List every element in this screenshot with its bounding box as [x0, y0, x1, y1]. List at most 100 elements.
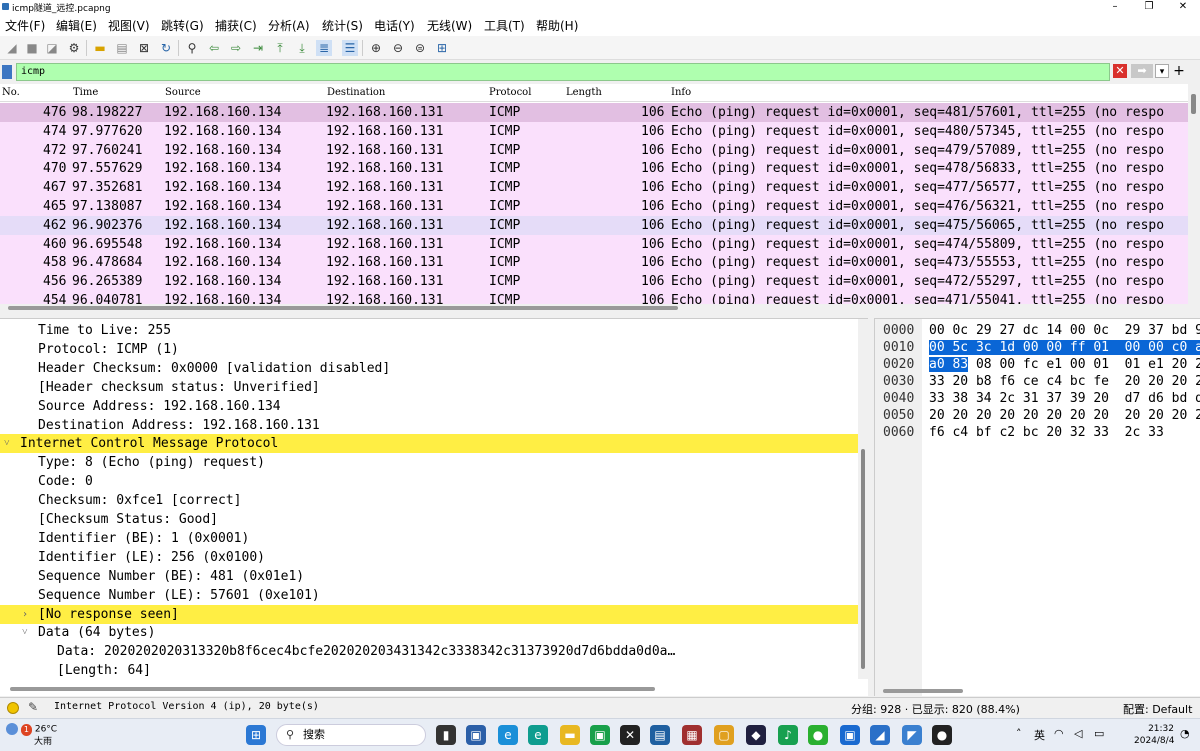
store-icon[interactable]: ▣ [466, 725, 486, 745]
column-header-source[interactable]: Source [165, 87, 201, 98]
menu-help[interactable]: 帮助(H) [536, 17, 578, 34]
go-forward-icon[interactable]: ⇨ [228, 40, 244, 56]
menu-analyze[interactable]: 分析(A) [268, 17, 310, 34]
menu-view[interactable]: 视图(V) [108, 17, 150, 34]
details-tree-item[interactable]: Type: 8 (Echo (ping) request) [0, 453, 858, 472]
column-header-destination[interactable]: Destination [327, 87, 385, 98]
menu-telephony[interactable]: 电话(Y) [374, 17, 415, 34]
chevron-down-icon[interactable]: ˅ [22, 623, 28, 642]
packet-row[interactable]: 474 97.977620 192.168.160.134 192.168.160.1… [0, 121, 1188, 141]
zoom-reset-icon[interactable]: ⊜ [412, 40, 428, 56]
qq-icon[interactable]: ● [932, 725, 952, 745]
details-tree-item[interactable]: Identifier (BE): 1 (0x0001) [0, 529, 858, 548]
battery-icon[interactable]: ▭ [1094, 727, 1104, 740]
app-icon[interactable]: ✕ [620, 725, 640, 745]
column-header-time[interactable]: Time [73, 87, 98, 98]
edge-dev-icon[interactable]: e [528, 725, 548, 745]
packet-row[interactable]: 465 97.138087 192.168.160.134 192.168.160.1… [0, 197, 1188, 216]
details-tree-item[interactable]: Sequence Number (LE): 57601 (0xe101) [0, 586, 858, 605]
go-back-icon[interactable]: ⇦ [206, 40, 222, 56]
add-filter-icon[interactable]: + [1172, 63, 1186, 79]
column-header-protocol[interactable]: Protocol [489, 87, 531, 98]
app-icon[interactable]: ◆ [746, 725, 766, 745]
maximize-button[interactable]: ❐ [1132, 0, 1166, 14]
reload-file-icon[interactable]: ↻ [158, 40, 174, 56]
zoom-out-icon[interactable]: ⊖ [390, 40, 406, 56]
packet-row[interactable]: 460 96.695548 192.168.160.134 192.168.160.1… [0, 234, 1188, 254]
save-file-icon[interactable]: ▤ [114, 40, 130, 56]
menu-go[interactable]: 跳转(G) [161, 17, 204, 34]
details-scrollbar[interactable] [858, 319, 868, 679]
expert-info-indicator[interactable] [7, 702, 19, 714]
open-file-icon[interactable]: ▬ [92, 40, 108, 56]
close-file-icon[interactable]: ⊠ [136, 40, 152, 56]
file-explorer-icon[interactable]: ▬ [560, 725, 580, 745]
details-tree-item[interactable]: Protocol: ICMP (1) [0, 340, 858, 359]
details-tree-item[interactable]: Checksum: 0xfce1 [correct] [0, 491, 858, 510]
menu-file[interactable]: 文件(F) [5, 17, 45, 34]
chevron-down-icon[interactable]: ˅ [4, 434, 10, 453]
edit-comment-icon[interactable]: ✎ [28, 700, 38, 714]
packet-row[interactable]: 467 97.352681 192.168.160.134 192.168.160.1… [0, 178, 1188, 198]
tray-chevron-icon[interactable]: ˄ [1016, 727, 1022, 740]
details-hscrollbar[interactable] [0, 685, 858, 693]
display-filter-input[interactable]: icmp [16, 63, 1110, 81]
details-tree-item[interactable]: [Header checksum status: Unverified] [0, 378, 858, 397]
task-view-icon[interactable]: ▮ [436, 725, 456, 745]
app-icon[interactable]: ◤ [902, 725, 922, 745]
chevron-right-icon[interactable]: › [22, 605, 28, 624]
packet-row[interactable]: 476 98.198227 192.168.160.134 192.168.160.1… [0, 103, 1188, 122]
taskbar-clock[interactable]: 21:32 2024/8/4 [1134, 723, 1174, 747]
details-tree-item[interactable]: [Checksum Status: Good] [0, 510, 858, 529]
bytes-hscrollbar[interactable] [883, 689, 963, 693]
capture-options-icon[interactable]: ⚙ [66, 40, 82, 56]
close-button[interactable]: ✕ [1166, 0, 1200, 14]
app-icon[interactable]: ▦ [682, 725, 702, 745]
details-tree-item[interactable]: Identifier (LE): 256 (0x0100) [0, 548, 858, 567]
wifi-icon[interactable]: ◠ [1054, 727, 1064, 740]
autoscroll-icon[interactable]: ≣ [316, 40, 332, 56]
app-icon[interactable]: ♪ [778, 725, 798, 745]
bytes-hex-row[interactable]: f6 c4 bf c2 bc 20 32 33 2c 33 [929, 423, 1164, 442]
details-tree-item[interactable]: Destination Address: 192.168.160.131 [0, 416, 858, 435]
details-tree-item[interactable]: Data: 2020202020313320b8f6cec4bcfe202020… [0, 642, 858, 661]
wireshark-taskbar-icon[interactable]: ◢ [870, 725, 890, 745]
details-tree-item[interactable]: [Length: 64] [0, 661, 858, 680]
details-tree-item[interactable]: ˅ Data (64 bytes) [0, 623, 858, 642]
windows-start-icon[interactable]: ⊞ [246, 725, 266, 745]
apply-filter-icon[interactable]: ➡ [1131, 64, 1153, 78]
packet-row[interactable]: 470 97.557629 192.168.160.134 192.168.160.1… [0, 159, 1188, 179]
stop-capture-icon[interactable]: ■ [24, 40, 40, 56]
column-header-no[interactable]: No. [2, 87, 20, 98]
scrollbar-thumb[interactable] [8, 306, 678, 310]
details-tree-item[interactable]: ˅ Internet Control Message Protocol [0, 434, 858, 454]
clear-filter-icon[interactable]: ✕ [1113, 64, 1127, 78]
find-packet-icon[interactable]: ⚲ [184, 40, 200, 56]
details-tree-item[interactable]: Code: 0 [0, 472, 858, 491]
weather-widget[interactable]: 1 26°C 大雨 [6, 723, 57, 748]
ime-indicator[interactable]: 英 [1034, 727, 1045, 743]
menu-tools[interactable]: 工具(T) [484, 17, 525, 34]
restart-capture-icon[interactable]: ◪ [44, 40, 60, 56]
details-tree-item[interactable]: Time to Live: 255 [0, 321, 858, 340]
app-icon[interactable]: ▢ [714, 725, 734, 745]
resize-columns-icon[interactable]: ⊞ [434, 40, 450, 56]
packet-row[interactable]: 456 96.265389 192.168.160.134 192.168.160.1… [0, 272, 1188, 292]
chevron-down-icon[interactable]: ▾ [1155, 64, 1169, 78]
column-header-length[interactable]: Length [566, 87, 602, 98]
scrollbar-thumb[interactable] [861, 449, 865, 669]
packet-list-hscrollbar[interactable] [0, 304, 1188, 312]
colorize-icon[interactable]: ☰ [342, 40, 358, 56]
packet-row[interactable]: 472 97.760241 192.168.160.134 192.168.160.1… [0, 140, 1188, 160]
status-profile[interactable]: 配置: Default [1123, 701, 1192, 717]
details-tree-item[interactable]: › [No response seen] [0, 604, 858, 624]
scrollbar-thumb[interactable] [10, 687, 655, 691]
last-packet-icon[interactable]: ⤓ [294, 40, 310, 56]
menu-capture[interactable]: 捕获(C) [215, 17, 257, 34]
details-tree-item[interactable]: Source Address: 192.168.160.134 [0, 397, 858, 416]
speaker-icon[interactable]: ◁ [1074, 727, 1082, 740]
taskbar-search[interactable]: ⚲ 搜索 [276, 724, 426, 746]
app-icon[interactable]: ▤ [650, 725, 670, 745]
details-tree-item[interactable]: Header Checksum: 0x0000 [validation disa… [0, 359, 858, 378]
packet-list-scrollbar[interactable] [1188, 84, 1200, 312]
